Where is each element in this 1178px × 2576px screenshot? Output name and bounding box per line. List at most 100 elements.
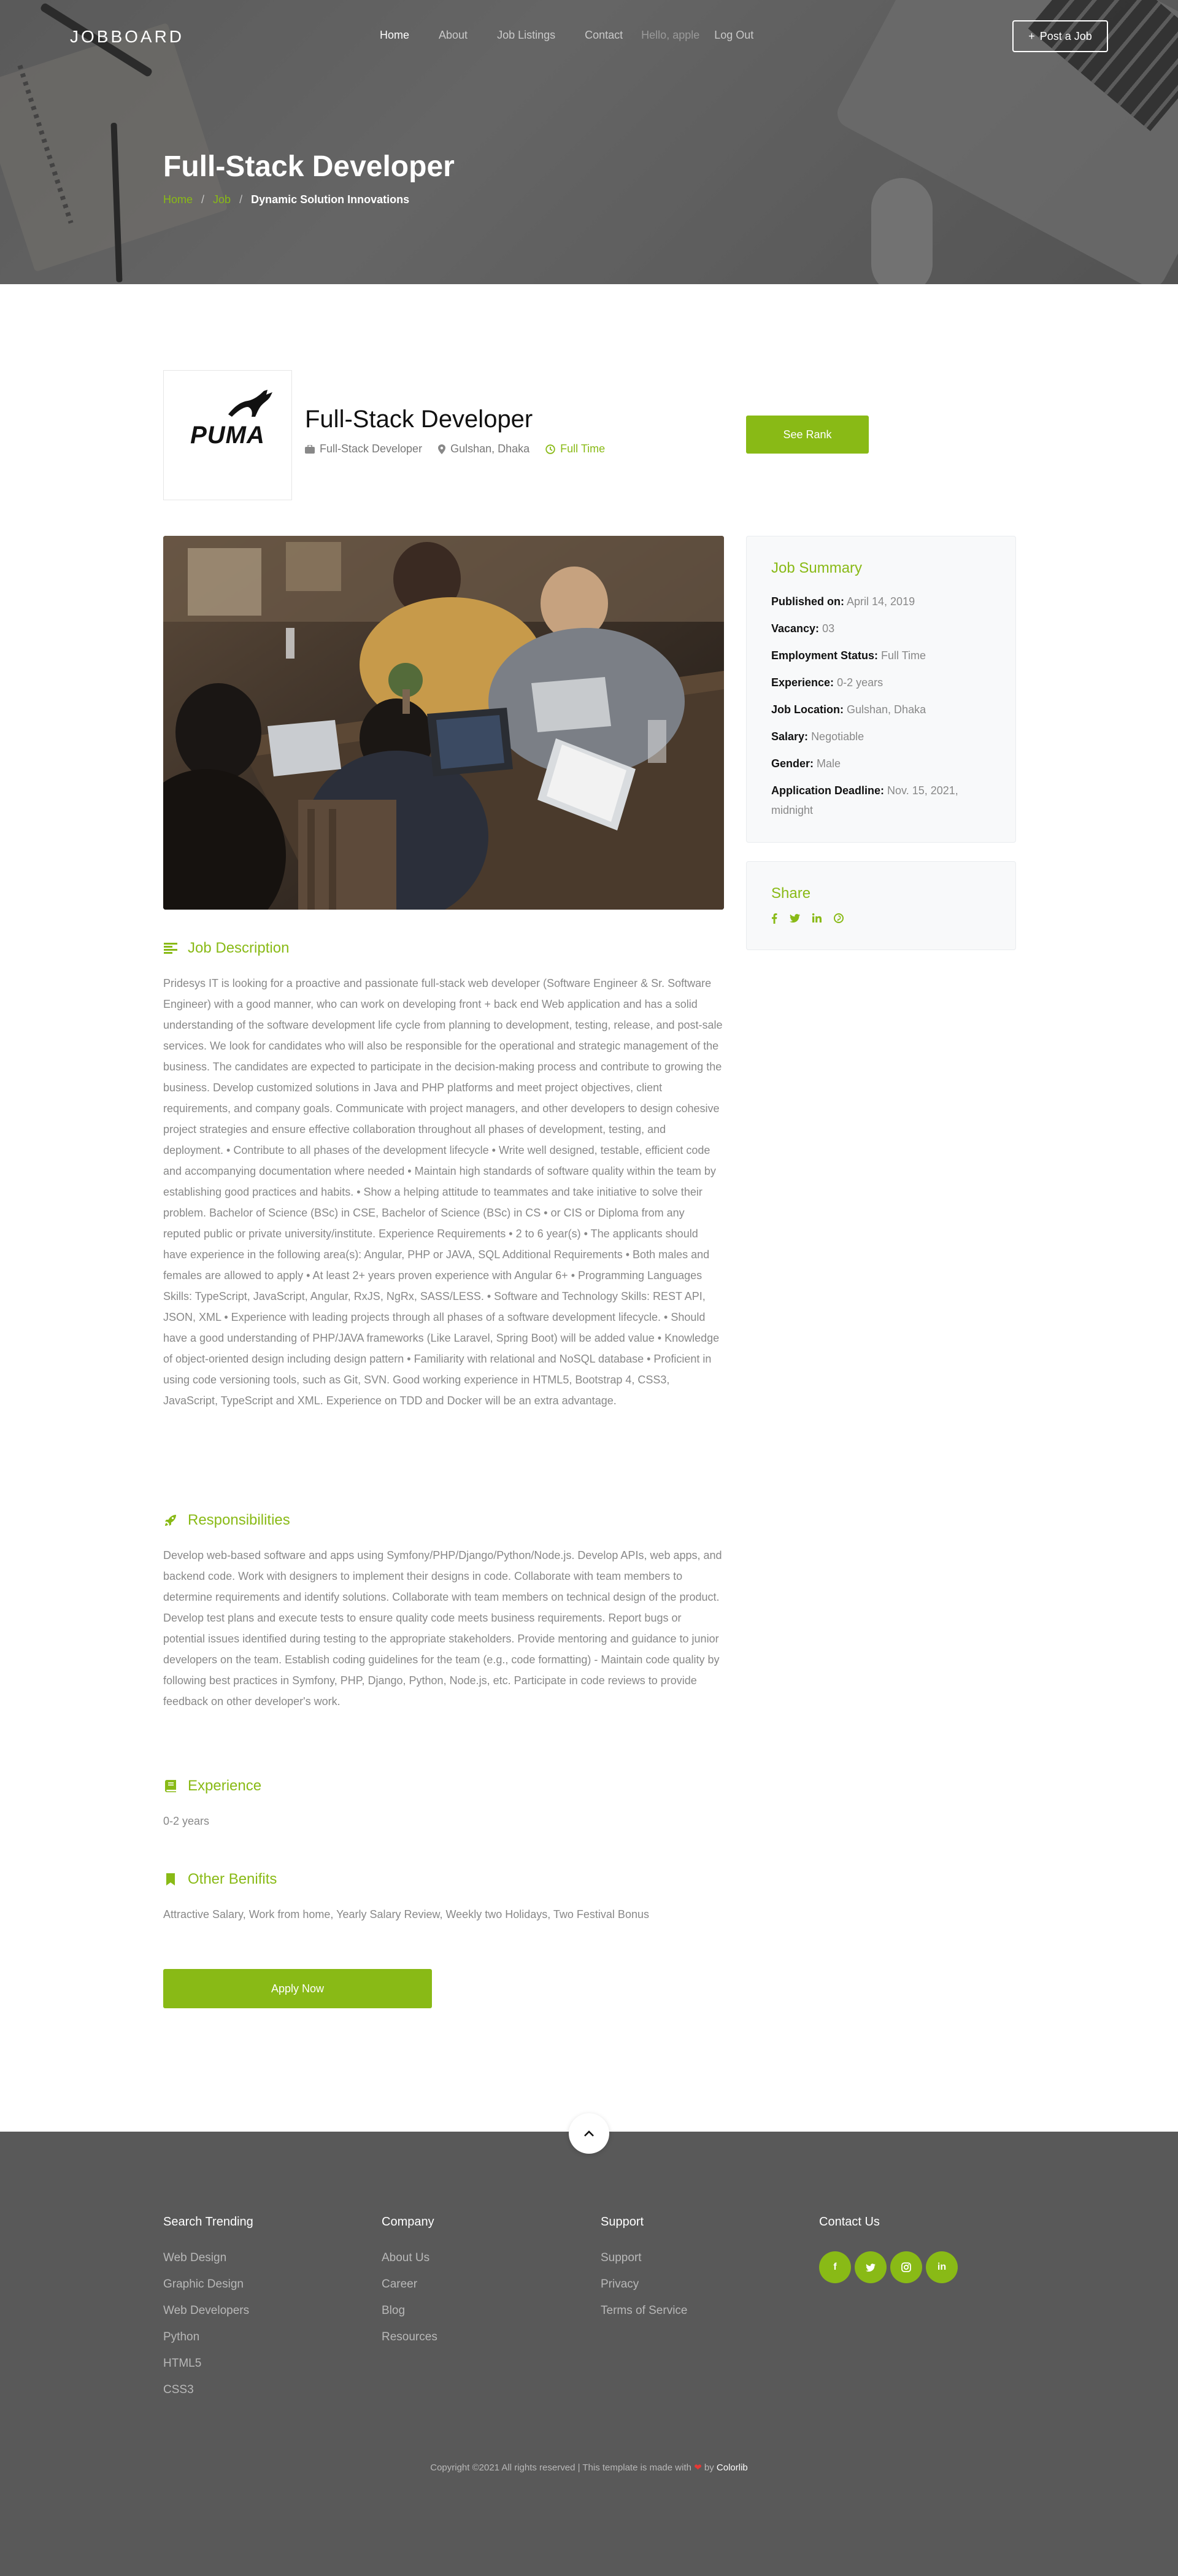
summary-value: 03 [822, 622, 835, 635]
footer-link[interactable]: Blog [382, 2304, 437, 2318]
summary-label: Employment Status: [771, 649, 879, 662]
summary-value: Male [817, 757, 841, 770]
instagram-icon[interactable] [890, 2251, 922, 2283]
responsibilities-section: Responsibilities Develop web-based softw… [163, 1512, 724, 1712]
pinterest-icon[interactable] [834, 913, 844, 927]
summary-value: Negotiable [811, 730, 864, 743]
briefcase-icon [305, 444, 315, 454]
footer-link[interactable]: CSS3 [163, 2383, 253, 2397]
experience-heading: Experience [163, 1777, 724, 1795]
job-category-text: Full-Stack Developer [320, 443, 423, 455]
plus-icon: + [1028, 29, 1035, 42]
apply-now-button[interactable]: Apply Now [163, 1969, 432, 2008]
footer-link[interactable]: Privacy [601, 2278, 687, 2291]
nav-user-greeting[interactable]: Hello, apple [641, 29, 699, 42]
summary-gender: Gender: Male [771, 754, 991, 773]
footer-heading: Search Trending [163, 2215, 253, 2229]
footer-heading: Company [382, 2215, 434, 2229]
site-footer: Search Trending Web Design Graphic Desig… [0, 2113, 1178, 2576]
share-heading: Share [771, 885, 811, 902]
job-description-heading: Job Description [163, 940, 724, 957]
nav-job-listings[interactable]: Job Listings [497, 29, 555, 42]
copyright: Copyright ©2021 All rights reserved | Th… [0, 2462, 1178, 2473]
twitter-icon[interactable] [790, 913, 800, 927]
job-title: Full-Stack Developer [305, 406, 533, 433]
experience-heading-text: Experience [188, 1777, 262, 1794]
facebook-icon[interactable]: f [819, 2251, 851, 2283]
footer-link[interactable]: Career [382, 2278, 437, 2291]
summary-value: April 14, 2019 [847, 595, 915, 608]
summary-experience: Experience: 0-2 years [771, 673, 991, 692]
footer-heading: Support [601, 2215, 644, 2229]
footer-link[interactable]: Support [601, 2251, 687, 2265]
rocket-icon [163, 1513, 178, 1528]
footer-link[interactable]: Python [163, 2330, 253, 2344]
breadcrumb-separator: / [201, 193, 205, 206]
breadcrumb-separator: / [239, 193, 243, 206]
footer-col-contact: Contact Us f in [819, 2215, 958, 2283]
footer-link[interactable]: HTML5 [163, 2357, 253, 2370]
job-description-heading-text: Job Description [188, 940, 290, 956]
office-team-image [163, 536, 724, 910]
colorlib-link[interactable]: Colorlib [717, 2462, 748, 2473]
book-icon [163, 1779, 178, 1793]
share-icons [771, 913, 991, 927]
experience-section: Experience 0-2 years [163, 1777, 724, 1831]
main-menu: Home About Job Listings Contact Hello, a… [380, 29, 783, 42]
summary-label: Experience: [771, 676, 834, 689]
nav-about[interactable]: About [439, 29, 468, 42]
summary-vacancy: Vacancy: 03 [771, 619, 991, 638]
site-logo[interactable]: JOBBOARD [70, 27, 184, 47]
benefits-text: Attractive Salary, Work from home, Yearl… [163, 1908, 649, 1920]
experience-text: 0-2 years [163, 1815, 210, 1827]
linkedin-icon[interactable] [812, 913, 822, 927]
job-category: Full-Stack Developer [305, 443, 422, 455]
see-rank-button[interactable]: See Rank [746, 416, 869, 454]
align-left-icon [163, 941, 178, 956]
facebook-icon[interactable] [771, 913, 777, 927]
responsibilities-heading: Responsibilities [163, 1512, 724, 1529]
heart-icon: ❤ [694, 2462, 702, 2473]
job-summary-card: Job Summary Published on: April 14, 2019… [746, 536, 1016, 843]
footer-col-company: Company About Us Career Blog Resources [382, 2215, 437, 2357]
footer-link[interactable]: Web Developers [163, 2304, 253, 2318]
footer-link[interactable]: Terms of Service [601, 2304, 687, 2318]
breadcrumb-current: Dynamic Solution Innovations [251, 193, 410, 206]
breadcrumb-home[interactable]: Home [163, 193, 193, 206]
job-type-text: Full Time [560, 443, 606, 455]
responsibilities-heading-text: Responsibilities [188, 1512, 290, 1528]
page-title: Full-Stack Developer [163, 150, 455, 183]
footer-link[interactable]: Graphic Design [163, 2278, 253, 2291]
clock-icon [545, 444, 555, 454]
job-location: Gulshan, Dhaka [438, 443, 529, 455]
summary-salary: Salary: Negotiable [771, 727, 991, 746]
post-job-label: Post a Job [1039, 29, 1092, 42]
post-job-button[interactable]: + Post a Job [1012, 20, 1108, 52]
footer-heading: Contact Us [819, 2215, 880, 2229]
footer-link[interactable]: Web Design [163, 2251, 253, 2265]
summary-value: Full Time [881, 649, 926, 662]
footer-link[interactable]: About Us [382, 2251, 437, 2265]
responsibilities-text: Develop web-based software and apps usin… [163, 1549, 722, 1708]
benefits-heading: Other Benifits [163, 1871, 724, 1888]
job-location-text: Gulshan, Dhaka [450, 443, 530, 455]
twitter-icon[interactable] [855, 2251, 887, 2283]
company-logo-box: PUMA [163, 370, 292, 500]
nav-home[interactable]: Home [380, 29, 409, 42]
map-pin-icon [438, 444, 446, 454]
footer-link[interactable]: Resources [382, 2330, 437, 2344]
copyright-by: by [704, 2462, 714, 2473]
summary-label: Job Location: [771, 703, 844, 716]
job-summary-heading: Job Summary [771, 560, 863, 576]
nav-contact[interactable]: Contact [585, 29, 623, 42]
scroll-top-button[interactable] [569, 2113, 609, 2154]
linkedin-icon[interactable]: in [926, 2251, 958, 2283]
breadcrumb-job[interactable]: Job [213, 193, 231, 206]
bookmark-icon [163, 1872, 178, 1887]
job-meta: Full-Stack Developer Gulshan, Dhaka Full… [305, 443, 605, 455]
summary-published: Published on: April 14, 2019 [771, 592, 991, 611]
summary-employment-status: Employment Status: Full Time [771, 646, 991, 665]
hero-banner: JOBBOARD Home About Job Listings Contact… [0, 0, 1178, 284]
nav-logout[interactable]: Log Out [714, 29, 753, 42]
job-description-text: Pridesys IT is looking for a proactive a… [163, 977, 723, 1407]
